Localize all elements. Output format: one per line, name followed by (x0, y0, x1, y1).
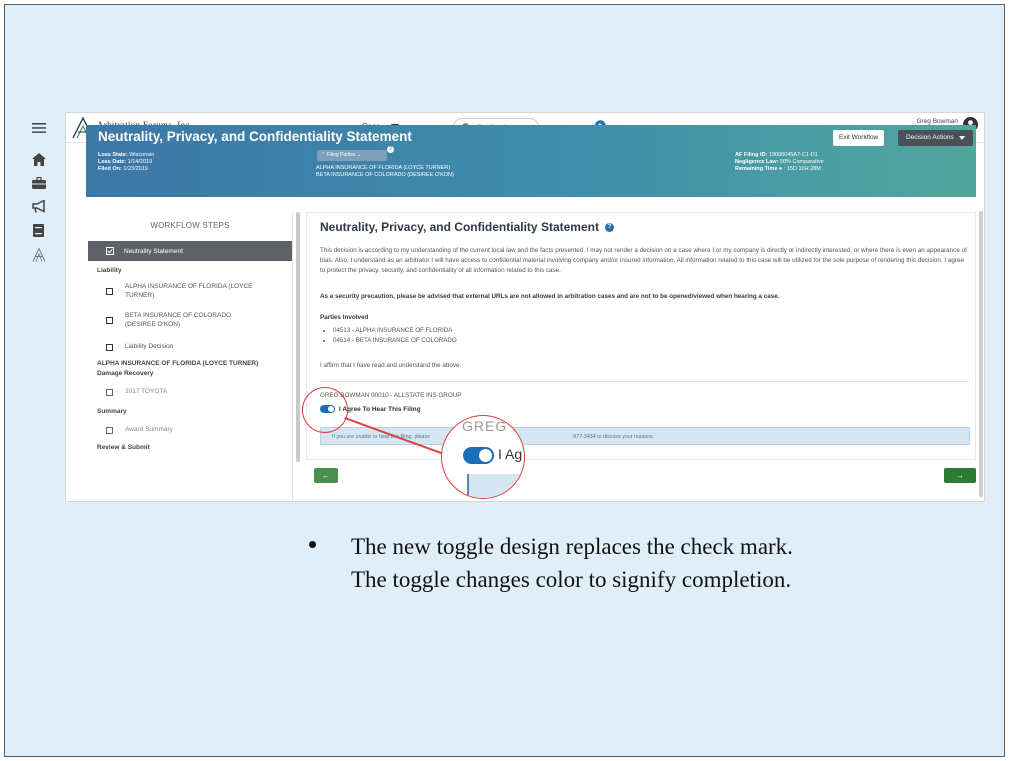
parties-heading: Parties Involved (320, 314, 369, 321)
workflow-scrollbar[interactable] (296, 212, 300, 462)
workflow-title: WORKFLOW STEPS (150, 221, 230, 230)
remaining-time: : 15D 10H 28M (783, 166, 821, 173)
main-scrollbar[interactable] (979, 211, 983, 497)
workflow-steps-panel: WORKFLOW STEPS Neutrality Statement Liab… (88, 212, 300, 501)
previous-step-button[interactable]: ← (314, 468, 338, 483)
statement-card: Neutrality, Privacy, and Confidentiality… (306, 212, 976, 460)
chevron-down-icon (958, 136, 965, 140)
briefcase-icon[interactable] (32, 177, 46, 189)
statement-paragraph: This decision is according to my underst… (320, 247, 967, 274)
section-heading: Review & Submit (97, 444, 150, 452)
workflow-step[interactable]: 2017 TOYOTA (88, 387, 292, 396)
caption-line: The toggle changes color to signify comp… (351, 567, 792, 593)
filed-on-label: Filed On: (98, 166, 122, 173)
arrow-left-icon: ← (322, 471, 330, 480)
party-name: ALPHA INSURANCE OF FLORIDA (LOYCE TURNER… (316, 165, 451, 171)
arrow-right-icon: → (956, 471, 964, 480)
megaphone-icon[interactable] (32, 200, 46, 213)
filing-parties-list: ALPHA INSURANCE OF FLORIDA (LOYCE TURNER… (316, 165, 454, 180)
caption-line: The new toggle design replaces the check… (351, 534, 793, 559)
agree-toggle-label: I Agree To Hear This Filing (339, 405, 421, 413)
workflow-step-label: ALPHA INSURANCE OF FLORIDA (LOYCE TURNER… (125, 283, 253, 300)
user-name: Greg Bowman (916, 117, 958, 125)
case-details: Loss State: Wisconsin Loss Date: 1/14/20… (98, 152, 154, 173)
app-screen: Arbitration Forums, Inc. Exceptional ser… (65, 112, 985, 502)
decision-actions-label: Decision Actions (906, 134, 954, 141)
workflow-step-label: Neutrality Statement (124, 247, 183, 255)
callout-circle-small (302, 387, 348, 433)
workflow-step[interactable]: Liability Decision (88, 342, 292, 352)
statement-title: Neutrality, Privacy, and Confidentiality… (320, 220, 614, 234)
section-heading-line: Damage Recovery (97, 370, 154, 378)
workflow-step-label: 2017 TOYOTA (125, 387, 168, 395)
affirm-text: I affirm that I have read and understand… (320, 362, 462, 369)
checkbox-icon (106, 388, 113, 396)
magnified-label: I Ag (498, 446, 523, 462)
workflow-step-label: Award Summary (125, 426, 173, 434)
book-icon[interactable] (32, 224, 45, 237)
page-title: Neutrality, Privacy, and Confidentiality… (98, 129, 412, 144)
party-item: 04514 - BETA INSURANCE OF COLORADO (333, 336, 457, 346)
icon-rail (32, 153, 52, 262)
exit-workflow-button[interactable]: Exit Workflow (833, 130, 885, 146)
filing-details: AF Filing ID: 19000045A7-C1-D1 Negligenc… (735, 152, 824, 173)
magnified-name: GREG B (462, 418, 523, 434)
parties-count-badge: 2 (387, 146, 394, 153)
section-heading: Summary (97, 408, 127, 416)
unable-notice: If you are unable to hear this filing, p… (320, 427, 970, 445)
loss-state-label: Loss State: (98, 152, 128, 158)
checked-box-icon (106, 247, 114, 255)
notice-start: If you are unable to hear this filing, p… (332, 434, 431, 440)
chevron-down-icon: ⌄ (356, 152, 362, 158)
party-item: 04513 - ALPHA INSURANCE OF FLORIDA (333, 326, 457, 336)
next-step-button[interactable]: → (944, 468, 976, 483)
caption: The new toggle design replaces the check… (351, 530, 793, 597)
chevron-up-icon: ⌃ (321, 152, 326, 158)
workflow-step[interactable]: Award Summary (88, 425, 292, 435)
negligence-law: 50% Comparative (779, 159, 824, 166)
help-icon[interactable]: ? (604, 222, 614, 232)
section-heading-line: ALPHA INSURANCE OF FLORIDA (LOYCE TURNER… (97, 360, 259, 368)
filing-parties-label: Filing Parties (326, 152, 356, 158)
magnified-notice (467, 474, 524, 498)
section-heading: ALPHA INSURANCE OF FLORIDA (LOYCE TURNER… (88, 359, 292, 379)
negligence-label: Negligence Law: (735, 159, 779, 166)
party-name: BETA INSURANCE OF COLORADO (DESIREE O'KO… (316, 172, 454, 179)
callout-magnifier: GREG B I Ag (441, 415, 525, 499)
bullet-point (309, 541, 316, 548)
workflow-step-label: BETA INSURANCE OF COLORADO (DESIREE O'KO… (125, 312, 232, 329)
loss-state: Wisconsin (129, 152, 155, 158)
notice-end: -977-3434 to discuss your reasons. (571, 434, 655, 440)
workflow-step[interactable]: BETA INSURANCE OF COLORADO (DESIREE O'KO… (88, 311, 292, 329)
home-icon[interactable] (32, 153, 46, 166)
checkbox-icon (106, 427, 113, 435)
filing-id-label: AF Filing ID: (735, 152, 768, 158)
checkbox-icon (106, 288, 113, 295)
info-icon[interactable]: ● (779, 166, 782, 172)
decision-actions-button[interactable]: Decision Actions (898, 130, 973, 146)
workflow-step-active[interactable]: Neutrality Statement (88, 241, 292, 261)
magnified-toggle (463, 447, 494, 464)
section-heading: Liability (97, 267, 122, 274)
checkbox-icon (106, 344, 113, 352)
statement-title-text: Neutrality, Privacy, and Confidentiality… (320, 220, 599, 234)
loss-date: 1/14/2019 (127, 159, 153, 166)
af-logo-icon[interactable] (32, 248, 46, 262)
divider (320, 381, 970, 382)
case-header: Neutrality, Privacy, and Confidentiality… (86, 125, 976, 197)
workflow-step-label: Liability Decision (125, 343, 174, 351)
menu-icon[interactable] (32, 122, 46, 134)
slide: Arbitration Forums, Inc. Exceptional ser… (4, 4, 1005, 757)
remaining-time-label: Remaining Time (735, 166, 778, 173)
filed-on: 1/23/2019 (123, 166, 148, 173)
filing-parties-button[interactable]: ⌃ Filing Parties ⌄ (317, 150, 387, 161)
loss-date-label: Loss Date: (98, 159, 127, 166)
workflow-step[interactable]: ALPHA INSURANCE OF FLORIDA (LOYCE TURNER… (88, 282, 292, 300)
parties-list: 04513 - ALPHA INSURANCE OF FLORIDA 04514… (327, 326, 457, 346)
checkbox-icon (106, 317, 113, 325)
filing-id: 19000045A7-C1-D1 (768, 152, 818, 158)
security-note: As a security precaution, please be advi… (320, 293, 780, 300)
